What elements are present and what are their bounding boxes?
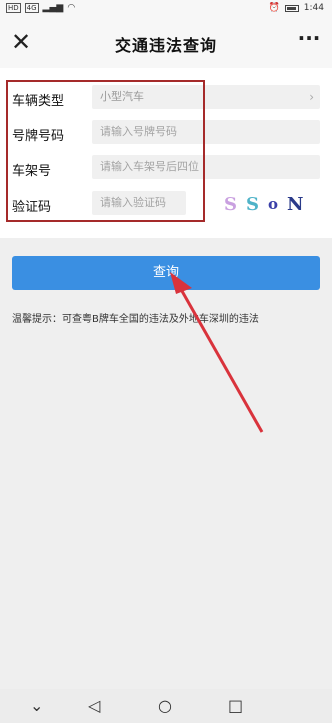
captcha-input[interactable] xyxy=(92,191,186,215)
home-icon[interactable]: ○ xyxy=(158,696,172,715)
vehicle-type-select[interactable]: 小型汽车 › xyxy=(92,85,320,109)
captcha-char: N xyxy=(287,193,304,215)
page-title: 交通违法查询 xyxy=(114,36,217,55)
captcha-image[interactable]: S S o N xyxy=(224,193,314,215)
tip-text: 温馨提示：可查粤B牌车全国的违法及外地车深圳的违法 xyxy=(12,314,259,325)
query-button[interactable]: 查询 xyxy=(12,256,320,290)
signal-icon: ▂▄▆ xyxy=(42,3,64,13)
title-bar: ✕ 交通违法查询 ··· xyxy=(0,18,332,68)
vehicle-type-label: 车辆类型 xyxy=(12,94,65,109)
status-right: ⏰ 1:44 xyxy=(269,3,324,13)
back-icon[interactable]: ◁ xyxy=(88,696,100,715)
captcha-char: o xyxy=(268,195,279,213)
captcha-char: S xyxy=(246,193,259,215)
arrow-shaft xyxy=(176,283,264,433)
plate-input[interactable] xyxy=(92,120,320,144)
clock: 1:44 xyxy=(303,3,324,13)
captcha-char: S xyxy=(224,193,237,215)
recents-icon[interactable]: □ xyxy=(228,696,243,715)
nav-bar: ⌄ ◁ ○ □ xyxy=(0,689,332,723)
vin-label: 车架号 xyxy=(12,164,52,179)
plate-label: 号牌号码 xyxy=(12,129,65,144)
vin-input[interactable] xyxy=(92,155,320,179)
down-icon[interactable]: ⌄ xyxy=(30,696,43,715)
hd-indicator: HD xyxy=(6,3,21,13)
status-bar: HD 4G ▂▄▆ ◠ ⏰ 1:44 xyxy=(0,0,332,18)
alarm-icon: ⏰ xyxy=(268,3,280,13)
status-left: HD 4G ▂▄▆ ◠ xyxy=(6,3,75,13)
captcha-label: 验证码 xyxy=(12,200,52,215)
vehicle-type-value: 小型汽车 xyxy=(100,90,144,103)
chevron-right-icon: › xyxy=(309,90,314,104)
wifi-icon: ◠ xyxy=(67,3,76,13)
battery-icon xyxy=(284,4,299,12)
more-icon[interactable]: ··· xyxy=(296,28,322,54)
network-indicator: 4G xyxy=(24,3,39,13)
